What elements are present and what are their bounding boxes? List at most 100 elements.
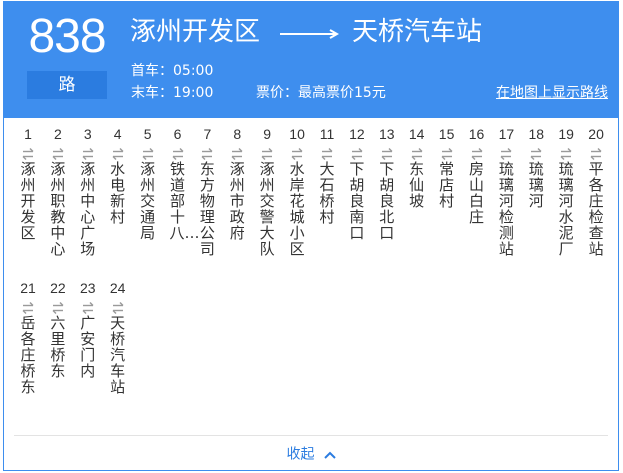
stop-item[interactable]: 8 涿州市政府 [222, 126, 252, 241]
stop-item[interactable]: 17 琉璃河检测站 [491, 126, 521, 257]
bidirectional-arrows-icon [261, 148, 273, 160]
stop-name: 平各庄检查站 [588, 160, 604, 258]
stop-number: 19 [558, 126, 574, 142]
bidirectional-arrows-icon [22, 148, 34, 160]
stop-number: 7 [203, 126, 212, 142]
stop-number: 20 [588, 126, 604, 142]
stop-name: 常店村 [439, 160, 455, 210]
stop-number: 24 [109, 280, 126, 296]
stop-item[interactable]: 4 水电新村 [103, 126, 133, 225]
stop-name: 琉璃河 [528, 160, 544, 210]
stop-name: 涿州开发区 [20, 160, 36, 242]
fare-info: 票价：最高票价15元 [256, 85, 386, 101]
stop-item[interactable]: 11 大石桥村 [312, 126, 342, 225]
stop-name: 广安门内 [80, 314, 96, 380]
stop-item[interactable]: 18 琉璃河 [521, 126, 551, 209]
stop-number: 1 [24, 126, 32, 142]
stop-number: 9 [263, 126, 272, 142]
bidirectional-arrows-icon [471, 148, 482, 160]
stop-number: 22 [50, 280, 66, 296]
stop-item[interactable]: 3 涿州中心广场 [73, 126, 103, 257]
stop-item[interactable]: 19 琉璃河水泥厂 [551, 126, 581, 257]
route-number: 838 [28, 10, 106, 63]
bidirectional-arrows-icon [351, 148, 363, 160]
stop-number: 15 [438, 126, 455, 142]
stop-name: 涿州交通局 [140, 160, 156, 242]
bidirectional-arrows-icon [142, 148, 154, 160]
route-header: 838 路 涿州开发区 天桥汽车站 首车：05:00 末车：19:00 票价：最… [4, 2, 618, 118]
stop-name: 天桥汽车站 [110, 314, 126, 396]
stop-item[interactable]: 23 广安门内 [73, 280, 103, 379]
stop-name: 涿州中心广场 [80, 160, 96, 258]
stop-item[interactable]: 12 下胡良南口 [342, 126, 372, 241]
stop-name: 东方物理公司 [199, 160, 215, 258]
stop-name: 涿州交警大队 [259, 160, 275, 258]
stop-name: 水电新村 [110, 160, 126, 226]
stop-number: 14 [408, 126, 425, 142]
route-origin: 涿州开发区 [130, 17, 261, 47]
bidirectional-arrows-icon [112, 148, 124, 160]
bidirectional-arrows-icon [82, 302, 94, 314]
collapse-label: 收起 [286, 446, 315, 463]
stop-item[interactable]: 21 岳各庄桥东 [13, 280, 43, 395]
bidirectional-arrows-icon [231, 148, 243, 160]
stop-name: 岳各庄桥东 [20, 314, 36, 396]
stop-number: 16 [468, 126, 485, 142]
stop-item[interactable]: 10 水岸花城小区 [282, 126, 312, 257]
route-destination: 天桥汽车站 [352, 17, 483, 47]
stop-number: 8 [233, 126, 242, 142]
stop-item[interactable]: 9 涿州交警大队 [252, 126, 282, 257]
bidirectional-arrows-icon [441, 148, 453, 160]
divider [14, 435, 608, 436]
stop-item[interactable]: 24 天桥汽车站 [103, 280, 133, 395]
bidirectional-arrows-icon [411, 148, 423, 160]
bidirectional-arrows-icon [52, 302, 64, 314]
bidirectional-arrows-icon [381, 148, 393, 160]
stop-number: 21 [20, 280, 36, 296]
stop-number: 3 [83, 126, 92, 142]
stop-name: 下胡良北口 [379, 160, 395, 242]
bidirectional-arrows-icon [22, 302, 34, 314]
bidirectional-arrows-icon [172, 148, 183, 160]
bidirectional-arrows-icon [291, 148, 303, 160]
stop-name: 大石桥村 [319, 160, 335, 226]
stop-name: 水岸花城小区 [289, 160, 305, 258]
last-bus-time: 末车：19:00 [131, 85, 214, 101]
stop-item[interactable]: 14 东仙坡 [402, 126, 432, 209]
route-suffix-badge: 路 [27, 71, 107, 99]
stop-number: 11 [319, 126, 335, 142]
stop-item[interactable]: 22 六里桥东 [43, 280, 73, 379]
stop-item[interactable]: 7 东方物理公司 [192, 126, 222, 257]
bidirectional-arrows-icon [590, 148, 602, 160]
stop-item[interactable]: 6 铁道部十八… [163, 126, 200, 242]
bidirectional-arrows-icon [560, 148, 572, 160]
stop-item[interactable]: 5 涿州交通局 [133, 126, 163, 241]
stop-number: 6 [173, 126, 182, 142]
stop-number: 12 [349, 126, 365, 142]
bidirectional-arrows-icon [530, 148, 542, 160]
first-bus-time: 首车：05:00 [131, 63, 214, 79]
stop-item[interactable]: 20 平各庄检查站 [581, 126, 611, 257]
stop-item[interactable]: 16 房山白庄 [462, 126, 492, 225]
stop-item[interactable]: 2 涿州职教中心 [43, 126, 73, 257]
stop-name: 六里桥东 [50, 314, 66, 380]
show-route-on-map-link[interactable]: 在地图上显示路线 [496, 84, 608, 102]
stop-name: 涿州职教中心 [50, 160, 66, 258]
stop-name: 东仙坡 [409, 160, 425, 210]
chevron-up-icon [323, 451, 336, 459]
long-arrow-right-icon [280, 29, 340, 39]
bus-route-card: 838 路 涿州开发区 天桥汽车站 首车：05:00 末车：19:00 票价：最… [3, 1, 619, 471]
stop-name: 铁道部十八… [169, 160, 200, 242]
stop-number: 5 [143, 126, 152, 142]
bidirectional-arrows-icon [112, 302, 124, 314]
stop-number: 13 [379, 126, 395, 142]
stop-number: 2 [53, 126, 62, 142]
stop-item[interactable]: 15 常店村 [432, 126, 462, 209]
stop-item[interactable]: 1 涿州开发区 [13, 126, 43, 241]
stop-number: 17 [498, 126, 515, 142]
bidirectional-arrows-icon [500, 148, 512, 160]
stop-name: 房山白庄 [468, 160, 484, 226]
stop-item[interactable]: 13 下胡良北口 [372, 126, 402, 241]
collapse-button[interactable]: 收起 [4, 444, 618, 465]
stop-number: 18 [528, 126, 545, 142]
